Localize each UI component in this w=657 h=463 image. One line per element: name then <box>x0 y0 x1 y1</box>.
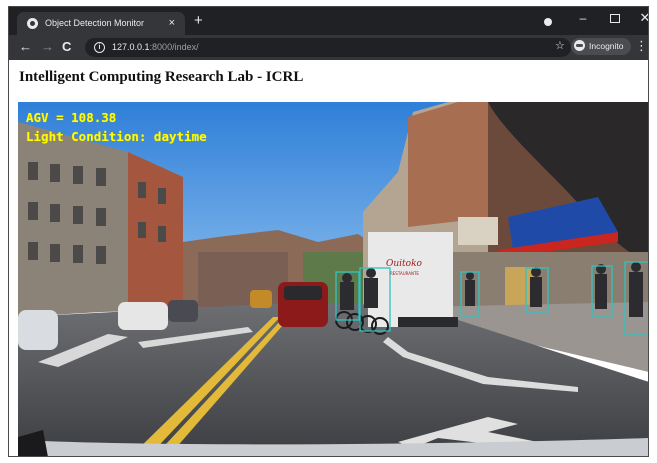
street-scene-image: Ouitoko RESTAURANTE <box>18 102 648 456</box>
address-bar[interactable]: i 127.0.0.1:8000/index/ <box>85 38 571 57</box>
truck-logo: Ouitoko <box>386 259 423 269</box>
reload-icon[interactable]: C <box>62 39 71 55</box>
back-icon[interactable]: ← <box>19 39 32 55</box>
maximize-button[interactable] <box>604 9 626 28</box>
toolbar: ← → C i 127.0.0.1:8000/index/ <box>9 35 648 60</box>
tab-title: Object Detection Monitor <box>45 18 145 28</box>
detection-video-frame: Ouitoko RESTAURANTE AGV = 108.38 Light C… <box>18 102 648 456</box>
page-title: Intelligent Computing Research Lab - ICR… <box>19 69 304 85</box>
box-truck <box>368 232 453 327</box>
light-condition-readout: Light Condition: daytime <box>26 129 207 144</box>
close-icon[interactable]: × <box>169 12 175 35</box>
tab-strip: Object Detection Monitor × + – ✕ <box>9 7 648 35</box>
incognito-icon <box>574 40 585 52</box>
bus-far <box>250 290 272 308</box>
forward-icon[interactable]: → <box>41 39 54 55</box>
truck-subtext: RESTAURANTE <box>390 271 419 276</box>
new-tab-icon[interactable]: + <box>194 13 203 29</box>
url-host: 127.0.0.1 <box>112 42 150 52</box>
close-window-button[interactable]: ✕ <box>634 9 648 27</box>
maximize-icon <box>610 14 620 23</box>
menu-icon[interactable]: ⋮ <box>635 37 648 55</box>
dark-car <box>168 300 198 322</box>
record-icon[interactable] <box>544 18 552 26</box>
minimize-button[interactable]: – <box>572 9 594 27</box>
star-icon[interactable]: ☆ <box>555 39 565 52</box>
incognito-label: Incognito <box>589 41 624 51</box>
brick-building <box>128 152 183 310</box>
url-text[interactable]: 127.0.0.1:8000/index/ <box>112 38 199 57</box>
white-car-2 <box>118 302 168 330</box>
browser-window: Object Detection Monitor × + – ✕ ← → C i… <box>8 6 649 457</box>
url-path: :8000/index/ <box>149 42 199 52</box>
incognito-badge[interactable]: Incognito <box>571 38 631 55</box>
white-car-left <box>18 310 58 350</box>
tab-object-detection-monitor[interactable]: Object Detection Monitor × <box>17 12 185 35</box>
store-sign-white <box>458 217 498 245</box>
distant-block <box>198 252 288 307</box>
chrome-favicon-icon <box>27 18 38 29</box>
info-icon[interactable]: i <box>94 42 105 53</box>
red-car-window <box>284 286 322 300</box>
agv-readout: AGV = 108.38 <box>26 110 117 125</box>
truck-bumper <box>398 317 458 327</box>
